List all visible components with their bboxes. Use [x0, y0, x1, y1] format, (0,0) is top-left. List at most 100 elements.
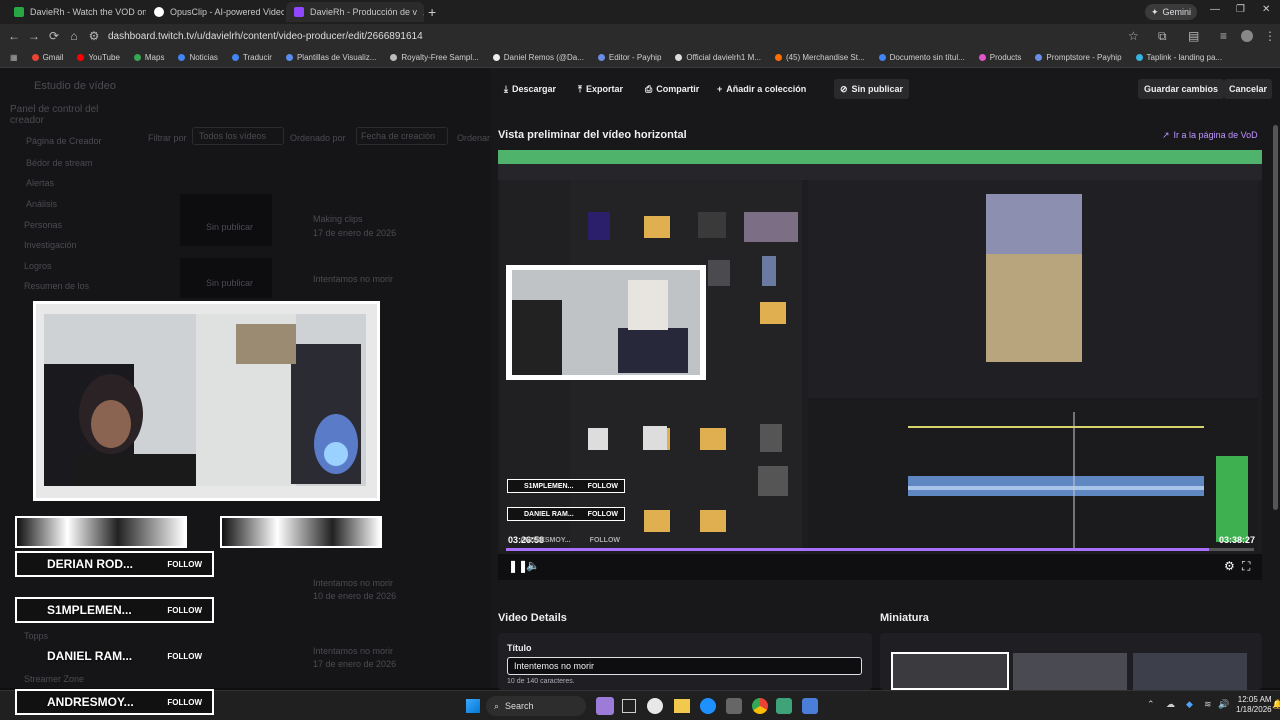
bookmark-label: Noticias: [189, 53, 218, 62]
bookmark-item[interactable]: Royalty-Free Sampl...: [390, 53, 479, 62]
export-button[interactable]: ⤒ Exportar: [578, 80, 623, 98]
thumbnail-option[interactable]: [1013, 653, 1127, 690]
bookmark-item[interactable]: Products: [978, 53, 1021, 62]
visibility-button[interactable]: ⊘ Sin publicar: [834, 79, 910, 99]
unpublished-label: Sin publicar: [206, 278, 254, 288]
bookmark-item[interactable]: Taplink - landing pa...: [1135, 53, 1222, 62]
thumbnail-option-selected[interactable]: [891, 652, 1009, 690]
settings-gear-icon[interactable]: ⚙: [1224, 559, 1235, 573]
tab-producer-active[interactable]: DavieRh - Producción de v 🔊 ✕: [286, 2, 424, 22]
bookmark-item[interactable]: Promptstore - Payhip: [1035, 53, 1122, 62]
bookmark-label: Editor - Payhip: [608, 53, 662, 62]
save-changes-button[interactable]: Guardar cambios: [1138, 79, 1225, 99]
app-icon[interactable]: [776, 698, 792, 714]
widget-app-icon[interactable]: [596, 697, 614, 715]
app-icon[interactable]: [802, 698, 818, 714]
reload-icon[interactable]: ⟳: [44, 29, 64, 43]
copilot-icon[interactable]: [647, 698, 663, 714]
file-explorer-icon[interactable]: [674, 699, 690, 713]
bookmark-item[interactable]: Official davielrh1 M...: [675, 53, 761, 62]
tray-app-icon[interactable]: ◆: [1186, 699, 1193, 710]
panel-scrollbar[interactable]: [1273, 125, 1278, 510]
title-input[interactable]: Intentemos no morir: [507, 657, 862, 675]
wifi-icon[interactable]: ≋: [1204, 699, 1212, 710]
maximize-button[interactable]: ❐: [1236, 4, 1245, 15]
add-to-collection-button[interactable]: + Añadir a colección: [717, 80, 806, 98]
task-view-icon[interactable]: [622, 699, 636, 713]
url-field[interactable]: dashboard.twitch.tv/u/davielrh/content/v…: [108, 31, 423, 42]
bookmark-item[interactable]: Gmail: [31, 53, 63, 62]
new-tab-button[interactable]: +: [428, 4, 436, 20]
nav-item: Alertas: [26, 178, 55, 188]
profile-avatar[interactable]: [1241, 30, 1253, 42]
add-collection-label: Añadir a colección: [726, 84, 807, 94]
docs-icon: [878, 54, 886, 61]
browser-tab-strip: DavieRh - Watch the VOD on I ✕ OpusClip …: [0, 0, 1280, 24]
gemini-button[interactable]: ✦ Gemini: [1145, 4, 1198, 20]
bookmark-item[interactable]: (45) Merchandise St...: [774, 53, 865, 62]
template-icon: [285, 54, 293, 61]
speaker-icon[interactable]: 🔊: [423, 8, 424, 17]
notification-bell-icon[interactable]: 🔔: [1272, 699, 1280, 710]
site-info-icon[interactable]: ⚙: [84, 29, 104, 43]
menu-kebab-icon[interactable]: ⋮: [1264, 29, 1276, 43]
edge-icon[interactable]: [700, 698, 716, 714]
tab-twitch-vod[interactable]: DavieRh - Watch the VOD on I ✕: [6, 2, 146, 22]
chrome-icon[interactable]: [752, 698, 768, 714]
share-button[interactable]: ⎙ Compartir: [645, 80, 699, 98]
bookmark-item[interactable]: Traducir: [231, 53, 272, 62]
bookmark-label: Plantillas de Visualiz...: [296, 53, 377, 62]
close-window-button[interactable]: ✕: [1262, 4, 1270, 15]
follow-label: FOLLOW: [167, 651, 202, 661]
media-icon[interactable]: ≡: [1220, 29, 1227, 43]
bookmark-item[interactable]: YouTube: [77, 53, 120, 62]
bookmark-item[interactable]: Noticias: [178, 53, 218, 62]
bookmarks-bar: ▦ Gmail YouTube Maps Noticias Traducir P…: [0, 48, 1280, 68]
forward-icon[interactable]: →: [24, 29, 44, 43]
thumbnail-heading: Miniatura: [880, 612, 929, 624]
inner-follow-alert: S1MPLEMEN... FOLLOW: [507, 479, 625, 493]
bookmark-item[interactable]: Editor - Payhip: [597, 53, 662, 62]
follow-alert: DERIAN ROD... FOLLOW: [15, 551, 214, 577]
follow-label: FOLLOW: [167, 605, 202, 615]
fullscreen-icon[interactable]: ⛶: [1242, 559, 1250, 574]
extensions-icon[interactable]: ⧉: [1158, 29, 1167, 44]
speaker-tray-icon[interactable]: 🔊: [1218, 699, 1229, 710]
thumbnail-option[interactable]: [1133, 653, 1247, 690]
video-card-title: Intentamos no morir: [313, 274, 394, 284]
bookmark-item[interactable]: Daniel Remos (@Da...: [492, 53, 584, 62]
minimize-button[interactable]: —: [1210, 4, 1220, 15]
tab-opusclip[interactable]: OpusClip - AI-powered Video R ✕: [146, 2, 284, 22]
vod-page-link[interactable]: ↗ Ir a la página de VoD: [1162, 130, 1258, 141]
bookmark-star-icon[interactable]: ☆: [1128, 29, 1139, 43]
clock[interactable]: 12:05 AM 1/18/2026: [1236, 695, 1272, 715]
plus-icon: +: [717, 84, 723, 94]
share-icon: ⎙: [645, 83, 653, 94]
order-select: Fecha de creación: [356, 127, 448, 145]
home-icon[interactable]: ⌂: [64, 29, 84, 43]
volume-icon[interactable]: 🔈: [526, 559, 540, 572]
chevron-up-icon[interactable]: ⌃: [1147, 699, 1155, 710]
promptstore-icon: [1035, 54, 1043, 61]
store-icon[interactable]: [726, 698, 742, 714]
clock-date: 1/18/2026: [1236, 705, 1272, 714]
back-icon[interactable]: ←: [4, 29, 24, 43]
follow-alert: DANIEL RAM... FOLLOW: [15, 643, 214, 669]
apps-grid-icon[interactable]: ▦: [10, 53, 18, 62]
taskbar-search[interactable]: ⌕ Search: [486, 696, 586, 716]
x-icon: [492, 54, 500, 61]
video-card-thumb: Sin publicar: [180, 258, 272, 298]
bookmark-item[interactable]: Maps: [133, 53, 164, 62]
network-icon[interactable]: ☁: [1166, 699, 1175, 710]
bookmark-item[interactable]: Documento sin títul...: [878, 53, 965, 62]
sparkle-icon: ✦: [1151, 6, 1159, 17]
total-time: 03:38:27: [1219, 535, 1256, 545]
search-label: Search: [505, 701, 534, 711]
bookmark-item[interactable]: Plantillas de Visualiz...: [285, 53, 377, 62]
download-button[interactable]: ⤓ Descargar: [504, 80, 556, 98]
windows-start-icon[interactable]: [466, 699, 480, 713]
cancel-button[interactable]: Cancelar: [1224, 79, 1273, 99]
taplink-icon: [1135, 54, 1143, 61]
merch-icon: [675, 54, 683, 61]
sidepanel-icon[interactable]: ▤: [1188, 29, 1199, 43]
